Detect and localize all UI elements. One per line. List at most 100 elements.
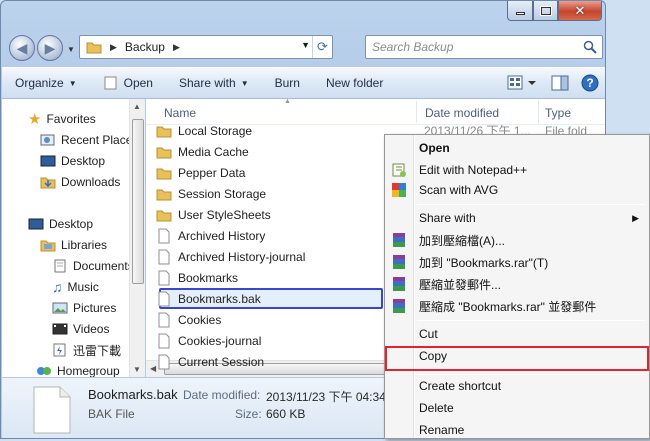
maximize-icon bbox=[539, 5, 552, 16]
organize-button[interactable]: Organize ▼ bbox=[2, 68, 90, 98]
winrar-icon bbox=[393, 277, 405, 291]
close-button[interactable]: ✕ bbox=[558, 1, 602, 21]
menu-item-label: 壓縮並發郵件... bbox=[419, 277, 502, 292]
nav-libraries[interactable]: Libraries bbox=[40, 235, 107, 255]
column-type[interactable]: Type bbox=[545, 106, 571, 120]
recent-places-icon bbox=[40, 134, 55, 146]
command-bar: Organize ▼ Open Share with ▼ Burn New fo… bbox=[2, 67, 605, 99]
menu-item-create-shortcut[interactable]: Create shortcut bbox=[385, 375, 649, 397]
navpane-scrollbar[interactable]: ▲ ▼ bbox=[129, 99, 145, 377]
menu-item-label: 加到壓縮檔(A)... bbox=[419, 233, 505, 248]
address-dropdown-icon[interactable]: ▼ bbox=[301, 40, 310, 50]
nav-item-label: 迅雷下載 bbox=[73, 343, 122, 358]
folder-icon bbox=[156, 210, 172, 221]
column-date-modified[interactable]: Date modified bbox=[425, 106, 499, 120]
file-open-icon bbox=[104, 76, 117, 90]
folder-icon bbox=[156, 126, 172, 137]
refresh-icon: ⟳ bbox=[317, 39, 328, 54]
menu-item-open[interactable]: Open bbox=[385, 137, 649, 159]
forward-button[interactable]: ▶ bbox=[37, 35, 63, 61]
menu-item-rename[interactable]: Rename bbox=[385, 419, 649, 441]
nav-desktop-root[interactable]: Desktop bbox=[28, 214, 93, 234]
window-controls: ✕ bbox=[507, 1, 602, 21]
open-label: Open bbox=[123, 76, 153, 90]
new-folder-button[interactable]: New folder bbox=[313, 68, 396, 98]
navigation-pane: ★ Favorites Recent Places Desktop Downlo… bbox=[2, 99, 145, 378]
minimize-button[interactable] bbox=[507, 1, 533, 21]
file-icon bbox=[158, 228, 170, 243]
open-button[interactable]: Open bbox=[90, 68, 166, 98]
maximize-button[interactable] bbox=[533, 1, 558, 21]
file-name: Archived History bbox=[178, 228, 266, 243]
submenu-arrow-icon: ▶ bbox=[632, 212, 639, 223]
menu-item-compress-rar-email[interactable]: 壓縮成 "Bookmarks.rar" 並發郵件 bbox=[385, 295, 649, 317]
breadcrumb-arrow-icon[interactable]: ▶ bbox=[110, 42, 117, 53]
burn-button[interactable]: Burn bbox=[262, 68, 313, 98]
nav-item-label: Favorites bbox=[46, 112, 96, 126]
details-filetype: BAK File bbox=[88, 407, 135, 421]
folder-icon bbox=[86, 42, 102, 54]
share-with-button[interactable]: Share with ▼ bbox=[166, 68, 262, 98]
nav-item-label: Pictures bbox=[73, 301, 117, 315]
chevron-down-icon: ▼ bbox=[68, 78, 77, 88]
winrar-icon bbox=[393, 255, 405, 269]
nav-music[interactable]: ♫ Music bbox=[52, 277, 99, 297]
scroll-down-icon[interactable]: ▼ bbox=[133, 365, 141, 374]
close-icon: ✕ bbox=[574, 2, 586, 18]
file-name: Media Cache bbox=[178, 144, 249, 159]
nav-videos[interactable]: Videos bbox=[52, 319, 109, 339]
toolbar-right: ? bbox=[506, 73, 600, 93]
nav-item-label: Recent Places bbox=[61, 133, 139, 147]
column-name[interactable]: Name bbox=[164, 106, 196, 120]
menu-separator bbox=[417, 204, 645, 205]
menu-separator bbox=[417, 320, 645, 321]
menu-item-compress-email[interactable]: 壓縮並發郵件... bbox=[385, 273, 649, 295]
scrollbar-thumb[interactable] bbox=[132, 119, 144, 284]
nav-documents[interactable]: Documents bbox=[52, 256, 134, 276]
scroll-up-icon[interactable]: ▲ bbox=[133, 102, 141, 111]
nav-pictures[interactable]: Pictures bbox=[52, 298, 116, 318]
preview-pane-icon[interactable] bbox=[550, 73, 570, 93]
address-bar[interactable]: ▶ Backup ▶ ▼ ⟳ bbox=[79, 35, 333, 59]
change-view-icon[interactable] bbox=[506, 73, 540, 93]
menu-item-label: Create shortcut bbox=[419, 379, 502, 393]
search-input[interactable]: Search Backup bbox=[365, 35, 603, 59]
nav-item-label: Desktop bbox=[49, 217, 94, 231]
menu-item-label: 壓縮成 "Bookmarks.rar" 並發郵件 bbox=[419, 299, 597, 314]
forward-arrow-icon: ▶ bbox=[44, 39, 56, 56]
menu-item-add-archive[interactable]: 加到壓縮檔(A)... bbox=[385, 229, 649, 251]
breadcrumb-arrow-icon[interactable]: ▶ bbox=[173, 42, 180, 53]
file-icon bbox=[158, 354, 170, 369]
nav-favorites[interactable]: ★ Favorites bbox=[28, 109, 96, 129]
thunder-download-icon bbox=[53, 343, 66, 357]
recent-pages-dropdown[interactable]: ▼ bbox=[67, 45, 75, 54]
nav-item-label: Desktop bbox=[61, 154, 106, 168]
menu-item-label: Edit with Notepad++ bbox=[419, 163, 528, 177]
menu-item-share-with[interactable]: Share with ▶ bbox=[385, 207, 649, 229]
back-button[interactable]: ◀ bbox=[9, 35, 35, 61]
nav-thunder-download[interactable]: 迅雷下載 bbox=[52, 340, 121, 360]
menu-item-scan-avg[interactable]: Scan with AVG bbox=[385, 179, 649, 201]
folder-icon bbox=[156, 168, 172, 179]
refresh-button[interactable]: ⟳ bbox=[312, 36, 332, 58]
context-menu: Open Edit with Notepad++ Scan with AVG S… bbox=[384, 134, 650, 439]
music-icon: ♫ bbox=[52, 279, 63, 295]
nav-item-label: Downloads bbox=[61, 175, 121, 189]
file-name: Bookmarks bbox=[178, 270, 239, 285]
title-bar: ✕ bbox=[1, 1, 605, 31]
menu-item-cut[interactable]: Cut bbox=[385, 323, 649, 345]
menu-item-edit-notepad[interactable]: Edit with Notepad++ bbox=[385, 159, 649, 181]
nav-recent-places[interactable]: Recent Places bbox=[40, 130, 138, 150]
nav-item-label: Documents bbox=[73, 259, 134, 273]
file-icon bbox=[158, 249, 170, 264]
nav-downloads[interactable]: Downloads bbox=[40, 172, 120, 192]
homegroup-icon bbox=[37, 367, 51, 375]
file-icon bbox=[158, 333, 170, 348]
avg-icon bbox=[392, 183, 406, 197]
menu-item-delete[interactable]: Delete bbox=[385, 397, 649, 419]
nav-desktop[interactable]: Desktop bbox=[40, 151, 105, 171]
menu-item-add-rar[interactable]: 加到 "Bookmarks.rar"(T) bbox=[385, 251, 649, 273]
file-name: Archived History-journal bbox=[178, 249, 306, 264]
breadcrumb-backup[interactable]: Backup bbox=[125, 40, 165, 54]
help-icon[interactable]: ? bbox=[580, 73, 600, 93]
